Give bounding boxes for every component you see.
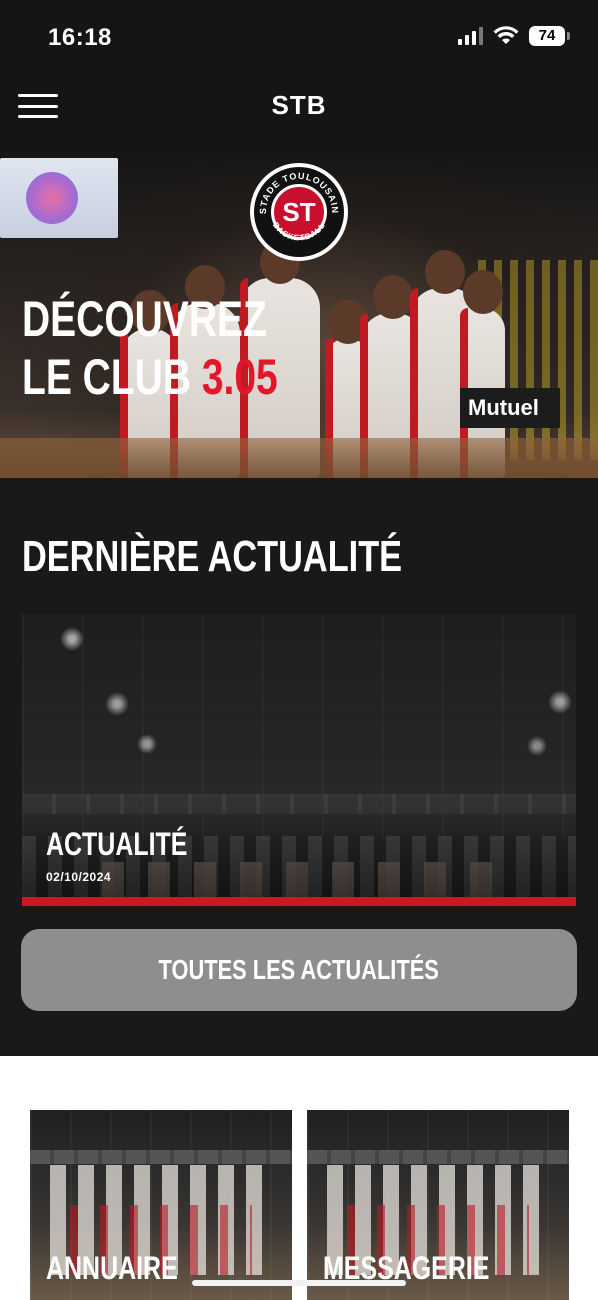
messaging-tile[interactable]: MESSAGERIE [307,1110,569,1300]
wifi-icon [493,26,519,44]
battery-level: 74 [529,26,565,46]
battery-icon: 74 [529,26,570,46]
status-bar: 16:18 74 [0,0,598,70]
svg-text:STADE TOULOUSAIN: STADE TOULOUSAIN [258,171,340,214]
top-navbar: STB [0,70,598,140]
logo-ring: STADE TOULOUSAIN BASKETBALL [258,171,340,243]
hero-title-line2: LE CLUB 3.05 [22,348,278,406]
sponsor-sign: Mutuel [460,388,560,428]
logo-ring-top-text: STADE TOULOUSAIN [258,171,339,214]
hero-title-club: LE CLUB [22,349,191,405]
arena-screen-image [0,158,118,238]
all-news-button[interactable]: TOUTES LES ACTUALITÉS [21,929,577,1011]
court-floor [0,438,598,478]
home-indicator[interactable] [192,1280,406,1286]
status-time: 16:18 [48,24,112,51]
hero-title-line1: DÉCOUVREZ [22,291,267,347]
logo-ring-bottom-text: BASKETBALL [271,221,326,243]
app-title: STB [271,90,327,120]
club-logo: STADE TOULOUSAIN BASKETBALL ST [250,163,348,261]
news-card-date: 02/10/2024 [46,870,112,884]
latest-news-heading: DERNIÈRE ACTUALITÉ [22,532,403,581]
news-card-category: ACTUALITÉ [46,826,188,862]
directory-tile-label: ANNUAIRE [46,1250,178,1286]
directory-tile[interactable]: ANNUAIRE [30,1110,292,1300]
all-news-button-label: TOUTES LES ACTUALITÉS [158,954,440,985]
hero-title-accent: 3.05 [201,349,278,405]
status-icons: 74 [458,26,570,46]
hero-title: DÉCOUVREZ LE CLUB 3.05 [22,290,278,406]
news-card-accent-bar [22,897,576,906]
news-card[interactable]: ACTUALITÉ 02/10/2024 [22,614,576,906]
svg-text:BASKETBALL: BASKETBALL [271,221,327,243]
signal-icon [458,27,483,45]
